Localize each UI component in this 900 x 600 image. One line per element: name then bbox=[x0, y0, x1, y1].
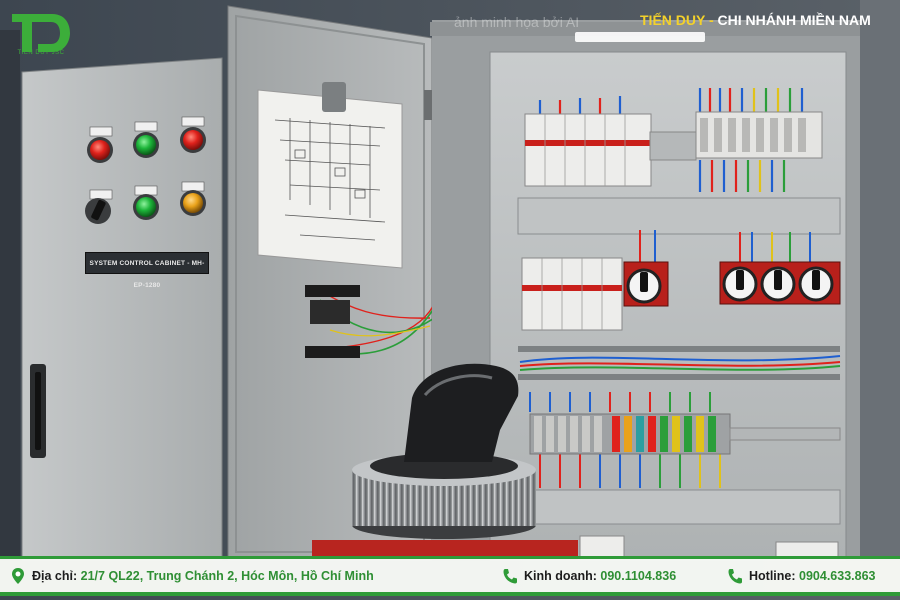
photo-scene bbox=[0, 0, 900, 600]
branch-name: CHI NHÁNH MIỀN NAM bbox=[717, 12, 871, 28]
brand-heading: TIẾN DUY - CHI NHÁNH MIỀN NAM bbox=[640, 12, 871, 28]
address-label: Địa chỉ: bbox=[32, 569, 78, 583]
address-value: 21/7 QL22, Trung Chánh 2, Hóc Môn, Hồ Ch… bbox=[80, 569, 374, 583]
address: Địa chỉ: 21/7 QL22, Trung Chánh 2, Hóc M… bbox=[32, 569, 374, 583]
location-pin-icon bbox=[12, 568, 24, 584]
brand-name: TIẾN DUY bbox=[640, 12, 706, 28]
sales-phone[interactable]: 090.1104.836 bbox=[600, 569, 676, 583]
phone-icon bbox=[728, 569, 742, 584]
hotline-phone[interactable]: 0904.633.863 bbox=[799, 569, 875, 583]
ai-illustration-watermark: ảnh minh họa bởi AI bbox=[454, 14, 580, 30]
logo-tagline: TIẾN DUY JSC bbox=[17, 50, 65, 56]
contact-footer: Địa chỉ: 21/7 QL22, Trung Chánh 2, Hóc M… bbox=[0, 556, 900, 596]
hotline-contact[interactable]: Hotline: 0904.633.863 bbox=[749, 569, 875, 583]
phone-icon bbox=[503, 569, 517, 584]
tien-duy-logo bbox=[12, 14, 70, 52]
brand-separator: - bbox=[708, 12, 714, 28]
hotline-label: Hotline: bbox=[749, 569, 796, 583]
cabinet-nameplate: SYSTEM CONTROL CABINET - MH-EP-1280 bbox=[85, 252, 209, 289]
sales-contact[interactable]: Kinh doanh: 090.1104.836 bbox=[524, 569, 676, 583]
sales-label: Kinh doanh: bbox=[524, 569, 597, 583]
